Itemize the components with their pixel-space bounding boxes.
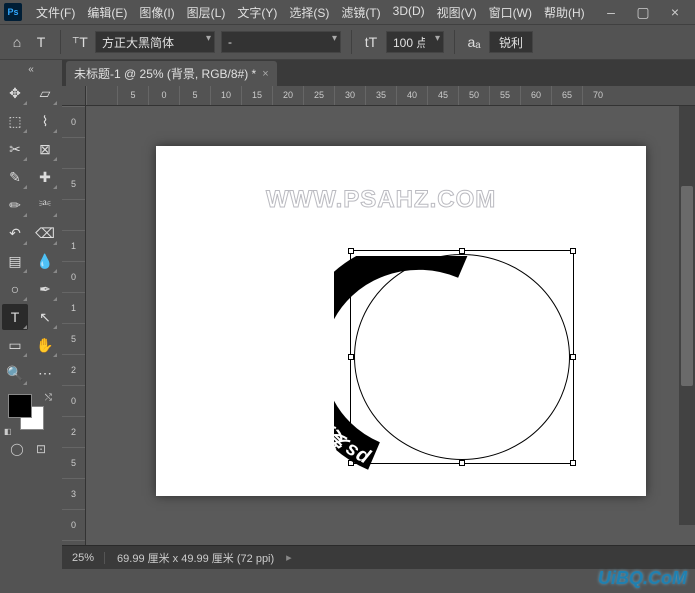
document-tab[interactable]: 未标题-1 @ 25% (背景, RGB/8#) * × xyxy=(66,61,277,86)
dodge-tool[interactable]: ○ xyxy=(2,276,28,302)
status-bar: 25% 69.99 厘米 x 49.99 厘米 (72 ppi) ▸ xyxy=(62,545,695,569)
minimize-button[interactable]: – xyxy=(595,1,627,23)
vertical-scrollbar[interactable] xyxy=(679,106,695,525)
menu-layer[interactable]: 图层(L) xyxy=(181,2,232,23)
tab-title: 未标题-1 @ 25% (背景, RGB/8#) * xyxy=(74,65,256,82)
handle-nw[interactable] xyxy=(348,248,354,254)
handle-n[interactable] xyxy=(459,248,465,254)
frame-tool[interactable]: ⊠ xyxy=(32,136,58,162)
handle-se[interactable] xyxy=(570,460,576,466)
document-viewport: 50510152025303540455055606570 0510152025… xyxy=(62,86,695,545)
menu-edit[interactable]: 编辑(E) xyxy=(81,2,133,23)
clone-tool[interactable]: ⎃ xyxy=(32,192,58,218)
options-bar: ⌂ T ⸆T tT aₐ xyxy=(0,24,695,60)
path-select-tool[interactable]: ↖ xyxy=(32,304,58,330)
tools-collapse-icon[interactable]: « xyxy=(2,64,60,78)
quickmask-icon[interactable]: ◯ xyxy=(6,440,28,458)
tools-panel: « ✥▱⬚⌇✂⊠✎✚✏⎃↶⌫▤💧○✒T↖▭✋🔍⋯ ⤭ ◧ ◯ ⊡ xyxy=(0,60,62,569)
antialias-icon: aₐ xyxy=(465,33,483,51)
font-size-icon: tT xyxy=(362,33,380,51)
scrollbar-thumb[interactable] xyxy=(681,186,693,386)
color-swatches[interactable]: ⤭ ◧ xyxy=(8,394,54,434)
text-on-path[interactable]: ps爱好者专用章 xyxy=(334,256,534,476)
horizontal-ruler: 50510152025303540455055606570 xyxy=(86,86,695,106)
menu-3d[interactable]: 3D(D) xyxy=(387,2,431,23)
artboard-tool[interactable]: ▱ xyxy=(32,80,58,106)
crop-tool[interactable]: ✂ xyxy=(2,136,28,162)
pen-tool[interactable]: ✒ xyxy=(32,276,58,302)
edit-toolbar[interactable]: ⋯ xyxy=(32,360,58,386)
canvas-zone[interactable]: WWW.PSAHZ.COM xyxy=(86,106,695,545)
window-controls: – ▢ × xyxy=(595,1,691,23)
patch-tool[interactable]: ✚ xyxy=(32,164,58,190)
move-tool[interactable]: ✥ xyxy=(2,80,28,106)
font-size-input[interactable] xyxy=(386,31,444,53)
tab-bar: 未标题-1 @ 25% (背景, RGB/8#) * × xyxy=(62,60,695,86)
lasso-tool[interactable]: ⌇ xyxy=(32,108,58,134)
watermark-text: WWW.PSAHZ.COM xyxy=(266,186,496,214)
handle-ne[interactable] xyxy=(570,248,576,254)
eraser-tool[interactable]: ⌫ xyxy=(32,220,58,246)
swap-colors-icon[interactable]: ⤭ xyxy=(45,392,52,403)
brush-tool[interactable]: ✏ xyxy=(2,192,28,218)
menu-window[interactable]: 窗口(W) xyxy=(483,2,538,23)
app-icon: Ps xyxy=(4,3,22,21)
tool-preset-icon[interactable]: T xyxy=(32,33,50,51)
blur-tool[interactable]: 💧 xyxy=(32,248,58,274)
handle-e[interactable] xyxy=(570,354,576,360)
main-area: « ✥▱⬚⌇✂⊠✎✚✏⎃↶⌫▤💧○✒T↖▭✋🔍⋯ ⤭ ◧ ◯ ⊡ 未标题-1 @… xyxy=(0,60,695,569)
gradient-tool[interactable]: ▤ xyxy=(2,248,28,274)
font-family-select[interactable] xyxy=(95,31,215,53)
document-info[interactable]: 69.99 厘米 x 49.99 厘米 (72 ppi) xyxy=(117,550,274,566)
text-orientation-icon[interactable]: ⸆T xyxy=(71,33,89,51)
title-bar: Ps 文件(F) 编辑(E) 图像(I) 图层(L) 文字(Y) 选择(S) 滤… xyxy=(0,0,695,24)
menu-help[interactable]: 帮助(H) xyxy=(538,2,591,23)
menu-bar: 文件(F) 编辑(E) 图像(I) 图层(L) 文字(Y) 选择(S) 滤镜(T… xyxy=(30,2,591,23)
font-style-select[interactable] xyxy=(221,31,341,53)
default-colors-icon[interactable]: ◧ xyxy=(4,427,12,436)
antialias-select[interactable] xyxy=(489,31,533,53)
vertical-ruler: 051015202530354045 xyxy=(62,106,86,545)
svg-text:ps爱好者专用章: ps爱好者专用章 xyxy=(334,330,374,470)
type-tool[interactable]: T xyxy=(2,304,28,330)
eyedropper-tool[interactable]: ✎ xyxy=(2,164,28,190)
menu-select[interactable]: 选择(S) xyxy=(283,2,335,23)
canvas[interactable]: WWW.PSAHZ.COM xyxy=(156,146,646,496)
foreground-swatch[interactable] xyxy=(8,394,32,418)
home-icon[interactable]: ⌂ xyxy=(8,33,26,51)
ruler-corner xyxy=(62,86,86,106)
shape-tool[interactable]: ▭ xyxy=(2,332,28,358)
menu-view[interactable]: 视图(V) xyxy=(431,2,483,23)
screenmode-icon[interactable]: ⊡ xyxy=(30,440,52,458)
zoom-level[interactable]: 25% xyxy=(72,552,105,564)
branding-watermark: UiBQ.CoM xyxy=(598,568,687,589)
hand-tool[interactable]: ✋ xyxy=(32,332,58,358)
menu-file[interactable]: 文件(F) xyxy=(30,2,81,23)
maximize-button[interactable]: ▢ xyxy=(627,1,659,23)
close-button[interactable]: × xyxy=(659,1,691,23)
zoom-tool[interactable]: 🔍 xyxy=(2,360,28,386)
menu-filter[interactable]: 滤镜(T) xyxy=(335,2,386,23)
menu-type[interactable]: 文字(Y) xyxy=(231,2,283,23)
status-menu-icon[interactable]: ▸ xyxy=(286,551,292,564)
document-area: 未标题-1 @ 25% (背景, RGB/8#) * × 50510152025… xyxy=(62,60,695,569)
marquee-tool[interactable]: ⬚ xyxy=(2,108,28,134)
menu-image[interactable]: 图像(I) xyxy=(133,2,180,23)
history-brush-tool[interactable]: ↶ xyxy=(2,220,28,246)
tab-close-icon[interactable]: × xyxy=(262,68,268,80)
